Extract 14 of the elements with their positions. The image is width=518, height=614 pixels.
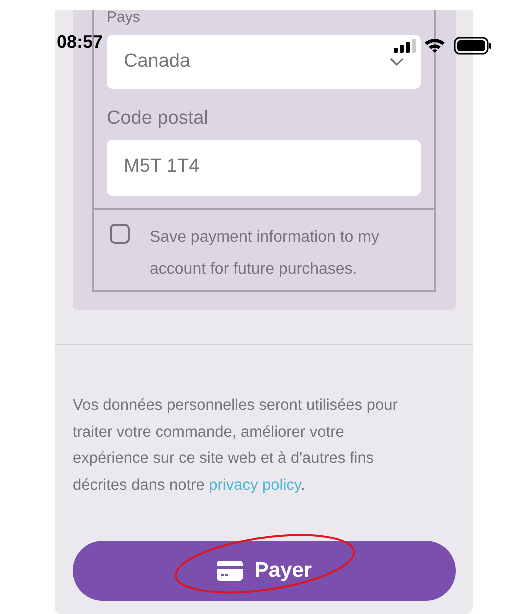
pay-button[interactable]: Payer	[73, 541, 456, 601]
credit-card-icon	[216, 561, 243, 581]
wifi-icon	[424, 38, 446, 54]
postal-code-field[interactable]: M5T 1T4	[107, 140, 421, 196]
signal-icon	[394, 39, 416, 53]
country-select[interactable]: Canada	[107, 35, 421, 89]
battery-icon	[454, 37, 492, 55]
field-label: Pays	[107, 10, 140, 26]
chevron-down-icon	[390, 58, 404, 66]
field-label: Code postal	[107, 107, 208, 131]
status-time: 08:57	[57, 31, 104, 54]
privacy-notice: Vos données personnelles seront utilisées pour traiter votre commande, améliorer votre expérience sur ce site web et à d'autres fins décrites dans notre privacy policy.	[73, 396, 399, 496]
checkbox[interactable]	[110, 224, 130, 244]
save-payment-label: Save payment information to my account for future purchases.	[150, 228, 380, 280]
